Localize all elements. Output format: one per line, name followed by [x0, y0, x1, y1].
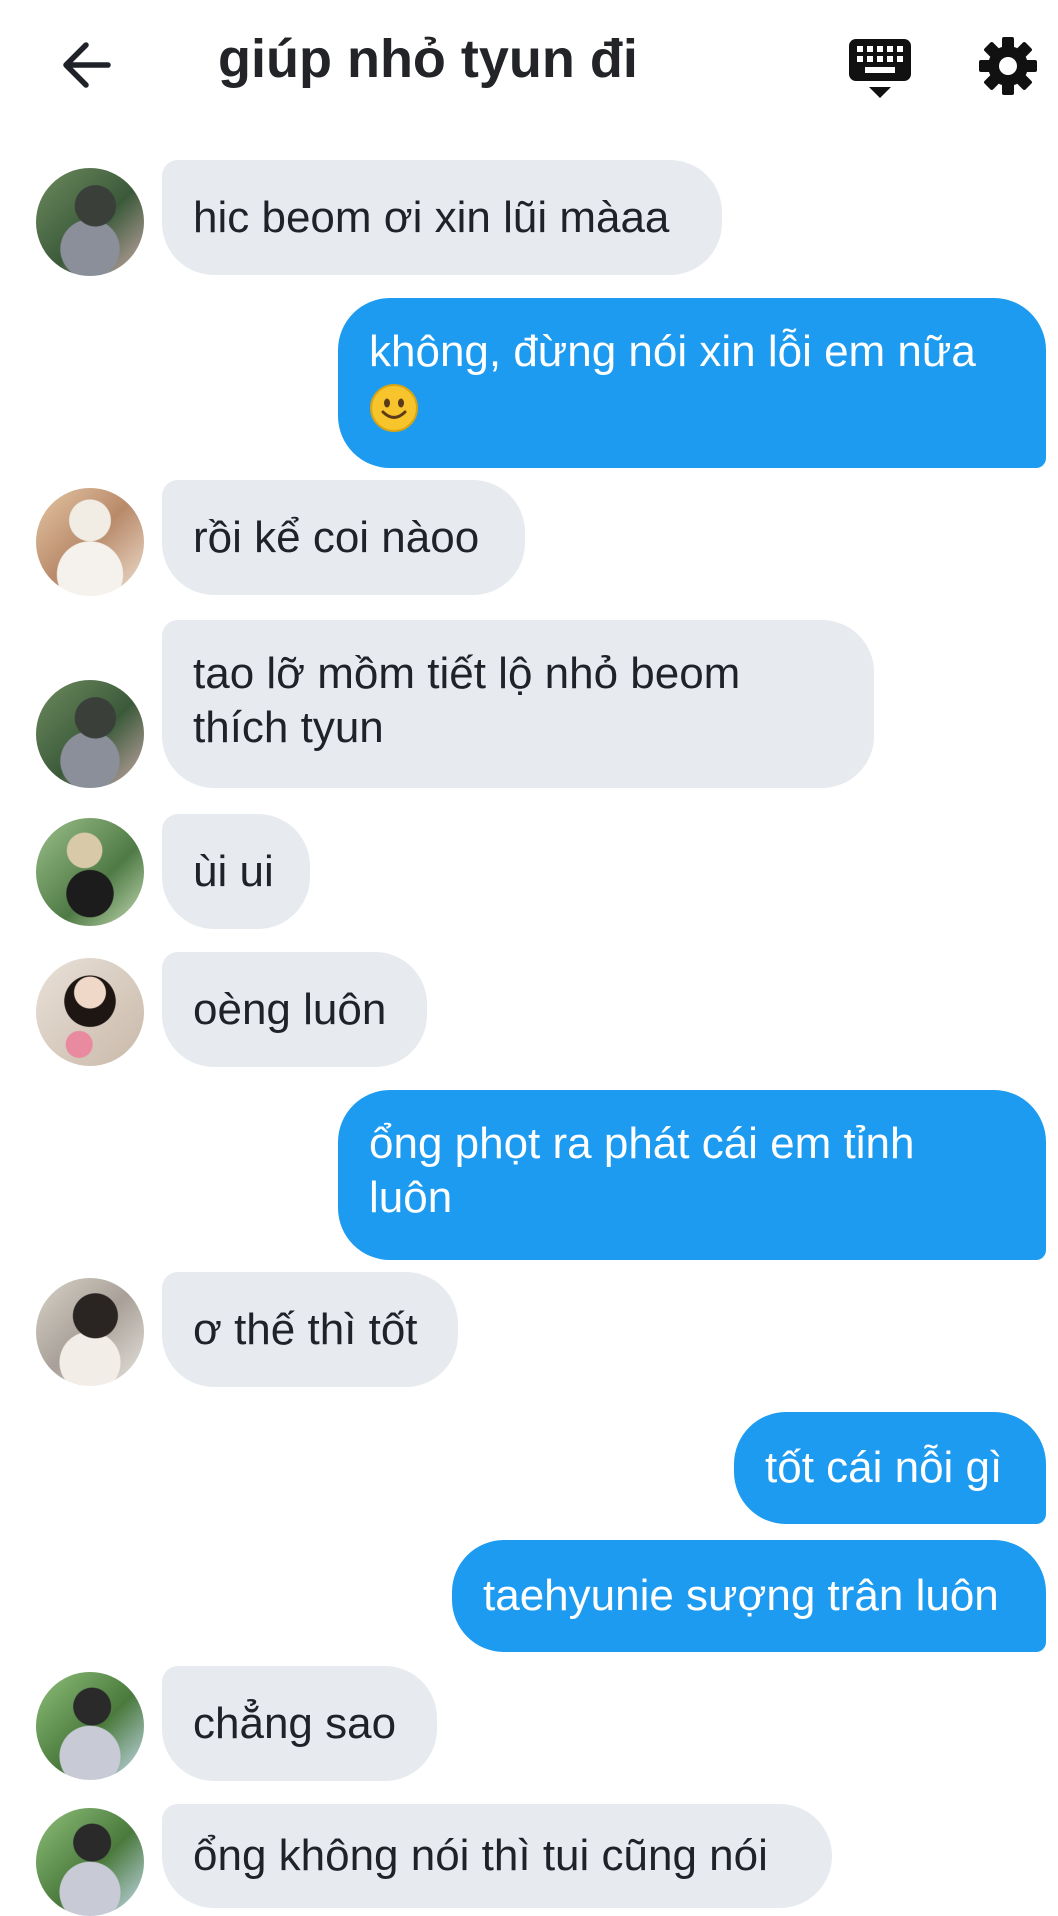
message-text-line: luôn — [369, 1173, 453, 1222]
gear-icon — [978, 36, 1037, 95]
message-text-line: ổng phọt ra phát cái em tỉnh — [369, 1119, 915, 1168]
avatar[interactable] — [36, 1672, 144, 1780]
message-bubble[interactable]: không, đừng nói xin lỗi em nữa — [338, 298, 1046, 468]
keyboard-icon — [849, 38, 911, 98]
message-bubble[interactable]: oèng luôn — [162, 952, 427, 1067]
message-bubble[interactable]: ơ thế thì tốt — [162, 1272, 458, 1387]
message-bubble[interactable]: taehyunie sượng trân luôn — [452, 1540, 1046, 1652]
message-bubble[interactable]: tốt cái nỗi gì — [734, 1412, 1046, 1524]
avatar[interactable] — [36, 488, 144, 596]
message-bubble[interactable]: chẳng sao — [162, 1666, 437, 1781]
message-bubble[interactable]: rồi kể coi nàoo — [162, 480, 525, 595]
message-bubble[interactable]: tao lỡ mồm tiết lộ nhỏ beom thích tyun — [162, 620, 874, 788]
message-bubble[interactable]: hic beom ơi xin lũi màaa — [162, 160, 722, 275]
arrow-left-icon — [63, 42, 111, 88]
message-bubble[interactable]: ổng không nói thì tui cũng nói — [162, 1804, 832, 1908]
message-bubble[interactable]: ổng phọt ra phát cái em tỉnh luôn — [338, 1090, 1046, 1260]
message-text-line: tao lỡ mồm tiết lộ nhỏ beom — [193, 649, 741, 698]
message-text-line: thích tyun — [193, 703, 384, 752]
settings-button[interactable] — [970, 28, 1045, 103]
avatar[interactable] — [36, 958, 144, 1066]
back-button[interactable] — [50, 30, 120, 100]
chat-title: giúp nhỏ tyun đi — [218, 29, 638, 89]
avatar[interactable] — [36, 1278, 144, 1386]
keyboard-button[interactable] — [830, 30, 930, 105]
message-bubble[interactable]: ùi ui — [162, 814, 310, 929]
message-text: không, đừng nói xin lỗi em nữa — [369, 327, 976, 376]
avatar[interactable] — [36, 1808, 144, 1916]
avatar[interactable] — [36, 818, 144, 926]
avatar[interactable] — [36, 168, 144, 276]
smiley-emoji-icon — [370, 384, 418, 433]
chat-header: giúp nhỏ tyun đi — [0, 0, 1058, 130]
avatar[interactable] — [36, 680, 144, 788]
